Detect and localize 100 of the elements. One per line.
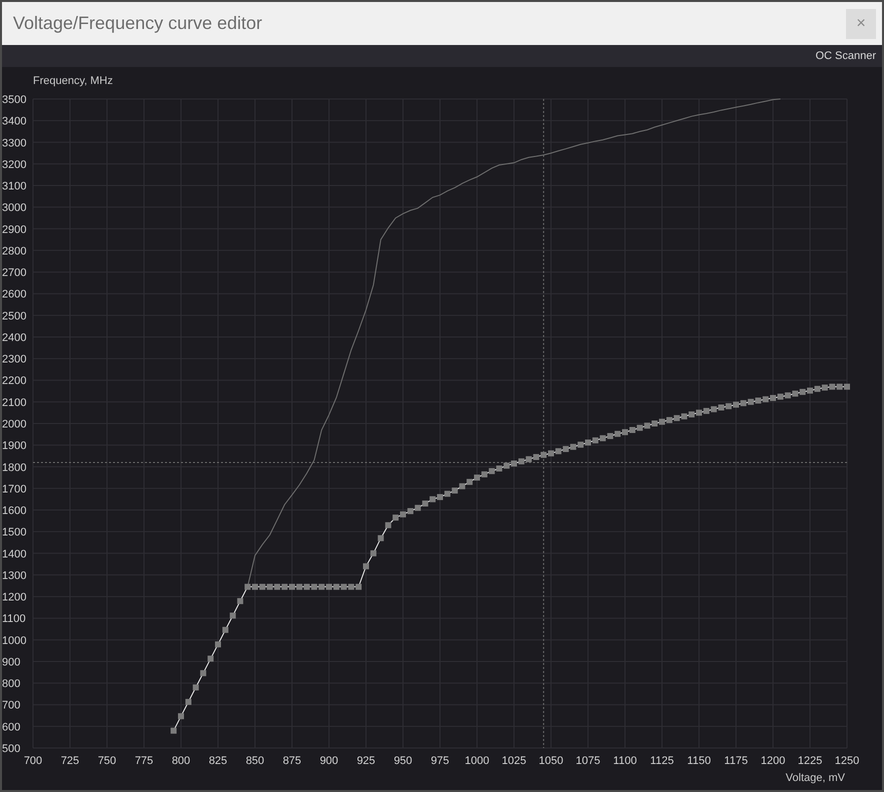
curve-point[interactable] [318,584,325,590]
curve-point[interactable] [252,584,258,590]
curve-point[interactable] [836,384,843,390]
curve-point[interactable] [585,440,591,446]
curve-point[interactable] [526,456,532,462]
curve-point[interactable] [504,462,510,469]
curve-point[interactable] [688,411,695,418]
curve-point[interactable] [356,584,362,590]
curve-point[interactable] [289,584,295,590]
curve-point[interactable] [659,418,665,425]
y-tick-label: 1800 [2,462,26,474]
curve-point[interactable] [259,584,266,590]
curve-point[interactable] [488,468,495,474]
curve-point[interactable] [666,417,672,424]
curve-point[interactable] [459,483,466,490]
curve-point[interactable] [703,408,710,414]
curve-point[interactable] [192,684,199,690]
curve-point[interactable] [340,584,347,590]
curve-point[interactable] [474,474,480,481]
curve-point[interactable] [481,471,488,478]
window-title: Voltage/Frequency curve editor [13,13,262,34]
curve-point[interactable] [629,427,636,433]
curve-point[interactable] [237,598,244,604]
curve-point[interactable] [710,406,717,412]
curve-point[interactable] [437,494,443,500]
curve-point[interactable] [740,400,746,406]
curve-point[interactable] [230,612,236,619]
curve-point[interactable] [570,444,576,450]
y-tick-label: 3000 [2,202,26,214]
x-tick-label: 700 [24,755,42,767]
curve-point[interactable] [304,584,310,590]
curve-point[interactable] [444,490,450,497]
curve-point[interactable] [266,584,273,590]
curve-point[interactable] [466,478,473,485]
curve-point[interactable] [430,496,436,502]
curve-point[interactable] [222,626,228,633]
curve-point[interactable] [215,641,221,648]
curve-point[interactable] [452,488,458,494]
x-tick-label: 1050 [538,755,564,767]
curve-point[interactable] [326,584,332,590]
curve-point[interactable] [363,563,369,570]
curve-point[interactable] [614,430,621,437]
curve-point[interactable] [726,403,732,410]
curve-point[interactable] [370,550,376,556]
curve-point[interactable] [378,535,384,542]
curve-point[interactable] [592,437,598,444]
curve-point[interactable] [681,413,688,420]
curve-point[interactable] [562,446,569,452]
curve-point[interactable] [392,514,399,521]
curve-point[interactable] [600,435,606,442]
oc-scanner-button[interactable]: OC Scanner [815,50,876,62]
curve-point[interactable] [578,442,584,448]
curve-point[interactable] [548,450,554,456]
curve-point[interactable] [422,500,428,507]
curve-point[interactable] [533,454,540,460]
curve-point[interactable] [800,388,806,395]
curve-point[interactable] [696,410,702,416]
curve-point[interactable] [555,448,562,454]
curve-point[interactable] [170,728,177,734]
curve-point[interactable] [208,656,214,662]
curve-point[interactable] [807,388,813,394]
curve-point[interactable] [829,384,836,390]
curve-point[interactable] [511,460,517,467]
y-tick-label: 1100 [2,613,26,626]
curve-point[interactable] [185,698,192,705]
curve-point[interactable] [333,584,340,590]
curve-point[interactable] [296,584,302,590]
curve-point[interactable] [733,402,739,408]
curve-point[interactable] [814,386,820,392]
curve-point[interactable] [244,584,251,590]
curve-point[interactable] [274,584,280,590]
curve-point[interactable] [748,398,754,405]
curve-point[interactable] [518,458,524,464]
curve-point[interactable] [636,424,643,431]
curve-point[interactable] [311,584,318,590]
curve-point[interactable] [178,713,184,720]
curve-point[interactable] [414,504,421,511]
curve-point[interactable] [770,394,776,401]
curve-point[interactable] [385,522,392,528]
curve-point[interactable] [822,384,828,391]
curve-point[interactable] [607,433,614,440]
curve-point[interactable] [540,452,547,458]
curve-point[interactable] [400,511,406,518]
curve-point[interactable] [652,420,658,426]
curve-point[interactable] [348,584,354,590]
curve-point[interactable] [622,429,628,436]
curve-point[interactable] [282,584,288,590]
y-tick-label: 600 [2,721,20,734]
curve-point[interactable] [644,422,650,429]
curve-point[interactable] [755,398,762,404]
curve-point[interactable] [718,404,724,410]
curve-point[interactable] [784,392,791,398]
curve-point[interactable] [844,384,850,390]
curve-point[interactable] [762,396,769,402]
curve-point[interactable] [200,670,206,676]
curve-point[interactable] [407,508,414,514]
curve-point[interactable] [496,466,502,472]
curve-point[interactable] [777,394,784,400]
curve-point[interactable] [674,415,680,422]
curve-point[interactable] [792,390,798,397]
